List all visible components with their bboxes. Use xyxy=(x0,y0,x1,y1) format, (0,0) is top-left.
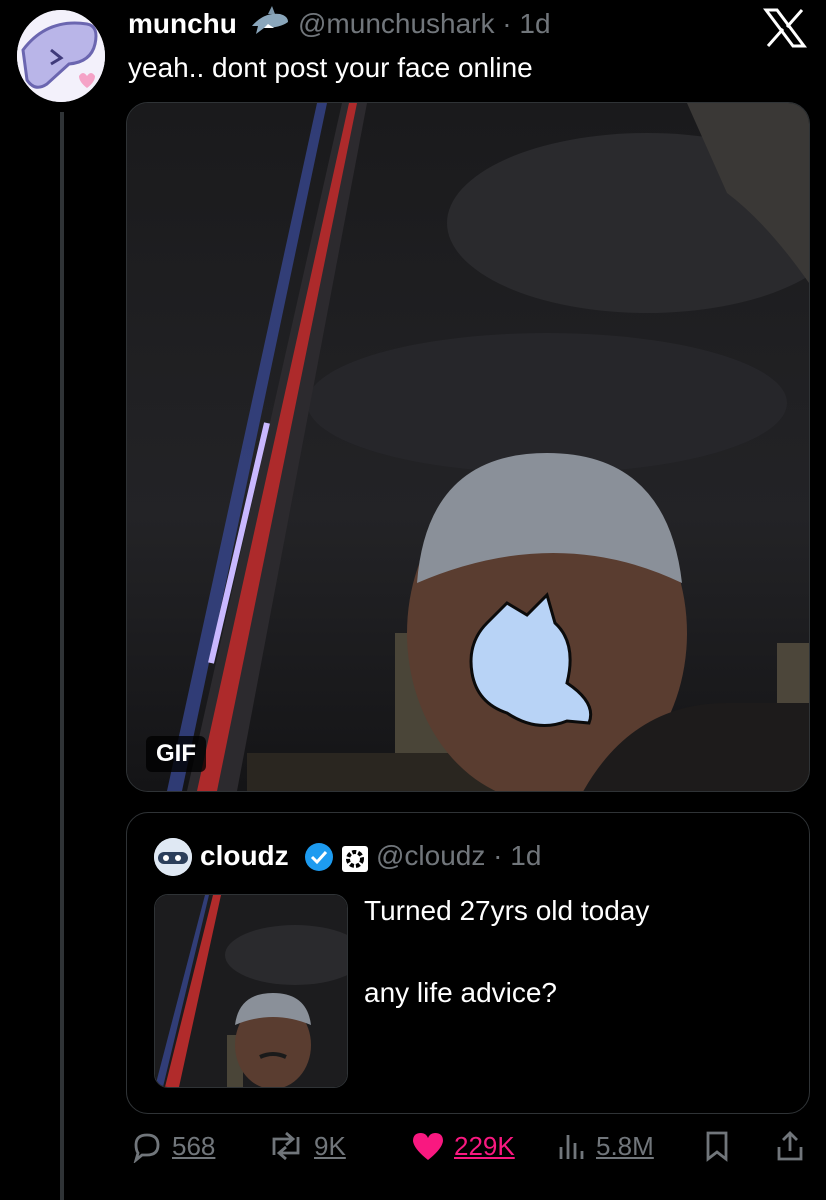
like-count: 229K xyxy=(454,1130,515,1161)
verified-badge-icon xyxy=(304,842,334,872)
repost-icon xyxy=(272,1131,300,1161)
author-handle[interactable]: @munchushark · 1d xyxy=(298,8,551,40)
quoted-media-thumbnail[interactable] xyxy=(154,894,348,1088)
tweet-media[interactable] xyxy=(126,102,810,792)
like-button[interactable]: 229K xyxy=(410,1124,515,1168)
like-icon xyxy=(413,1133,443,1160)
repost-button[interactable]: 9K xyxy=(266,1124,346,1168)
views-icon xyxy=(559,1135,584,1159)
quoted-author-handle[interactable]: @cloudz · 1d xyxy=(376,840,541,872)
tweet-text: yeah.. dont post your face online xyxy=(128,52,533,83)
quoted-author-name[interactable]: cloudz xyxy=(200,840,289,872)
shark-emoji-icon xyxy=(250,6,290,38)
views-button[interactable]: 5.8M xyxy=(556,1124,654,1168)
thread-line xyxy=(60,112,64,1200)
repost-count: 9K xyxy=(314,1130,346,1161)
bookmark-icon xyxy=(706,1131,728,1162)
view-count: 5.8M xyxy=(596,1130,654,1161)
gif-badge: GIF xyxy=(146,736,206,772)
reply-icon xyxy=(133,1133,160,1163)
bookmark-button[interactable] xyxy=(702,1124,732,1168)
author-name[interactable]: munchu xyxy=(128,8,237,40)
quoted-tweet-text: Turned 27yrs old today any life advice? xyxy=(364,895,650,1008)
reply-button[interactable]: 568 xyxy=(130,1124,215,1168)
author-avatar[interactable] xyxy=(17,10,105,102)
quoted-author-avatar[interactable] xyxy=(154,838,192,876)
reply-count: 568 xyxy=(172,1130,216,1161)
x-logo-icon xyxy=(762,8,808,48)
org-badge-icon xyxy=(342,846,368,872)
share-button[interactable] xyxy=(774,1124,806,1168)
share-icon xyxy=(777,1131,803,1161)
